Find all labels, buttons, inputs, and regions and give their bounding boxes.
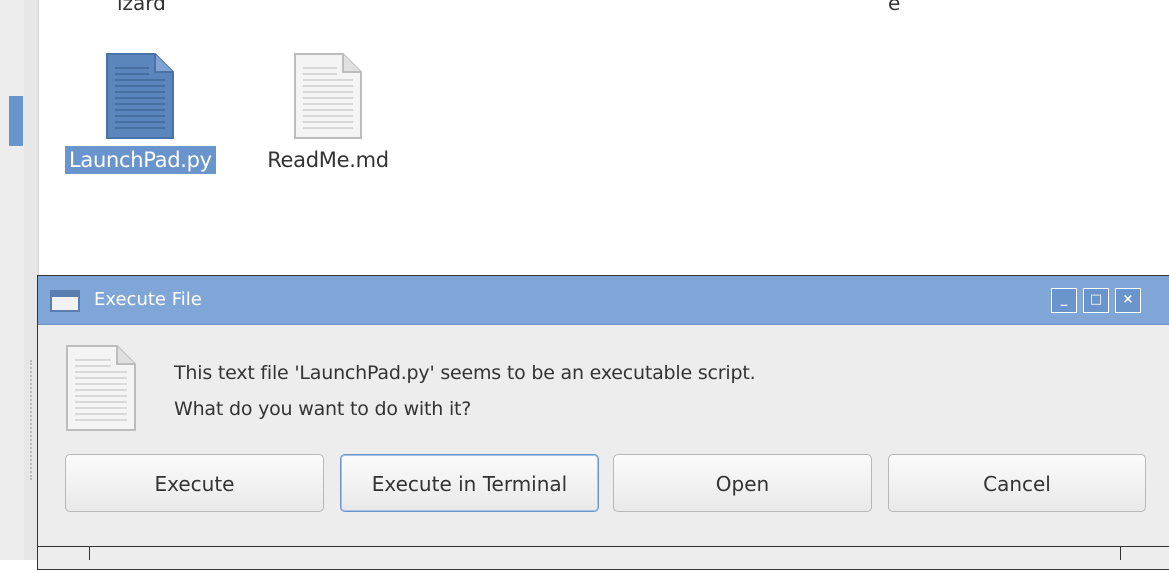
file-item-launchpad[interactable]: LaunchPad.py xyxy=(65,52,216,174)
text-file-icon xyxy=(103,52,177,140)
underlying-window-divider xyxy=(1120,546,1121,560)
file-name-label: ReadMe.md xyxy=(267,148,389,172)
maximize-button[interactable]: □ xyxy=(1083,288,1109,313)
truncated-file-label[interactable]: izard xyxy=(117,0,166,30)
cancel-button[interactable]: Cancel xyxy=(888,454,1146,512)
text-file-icon xyxy=(63,344,139,436)
text-file-icon xyxy=(291,52,365,140)
close-button[interactable]: × xyxy=(1115,288,1141,313)
truncated-file-label[interactable]: e xyxy=(888,0,900,30)
dialog-message-line-1: This text file 'LaunchPad.py' seems to b… xyxy=(174,362,756,384)
side-panel-strip xyxy=(0,0,24,560)
underlying-window-divider xyxy=(89,546,90,560)
dialog-title: Execute File xyxy=(94,289,202,310)
window-icon xyxy=(50,290,80,312)
side-panel-selection-marker xyxy=(9,96,23,146)
file-name-label: LaunchPad.py xyxy=(65,146,216,174)
execute-file-dialog: Execute File _ □ × This text file 'Launc… xyxy=(37,275,1169,570)
window-resize-edge xyxy=(30,360,34,480)
file-item-readme[interactable]: ReadMe.md xyxy=(253,52,403,174)
minimize-button[interactable]: _ xyxy=(1051,288,1077,313)
open-button[interactable]: Open xyxy=(613,454,872,512)
underlying-window-edge xyxy=(37,546,1169,547)
dialog-message-line-2: What do you want to do with it? xyxy=(174,398,472,420)
dialog-titlebar[interactable]: Execute File _ □ × xyxy=(38,276,1169,325)
execute-in-terminal-button[interactable]: Execute in Terminal xyxy=(340,454,599,512)
execute-button[interactable]: Execute xyxy=(65,454,324,512)
